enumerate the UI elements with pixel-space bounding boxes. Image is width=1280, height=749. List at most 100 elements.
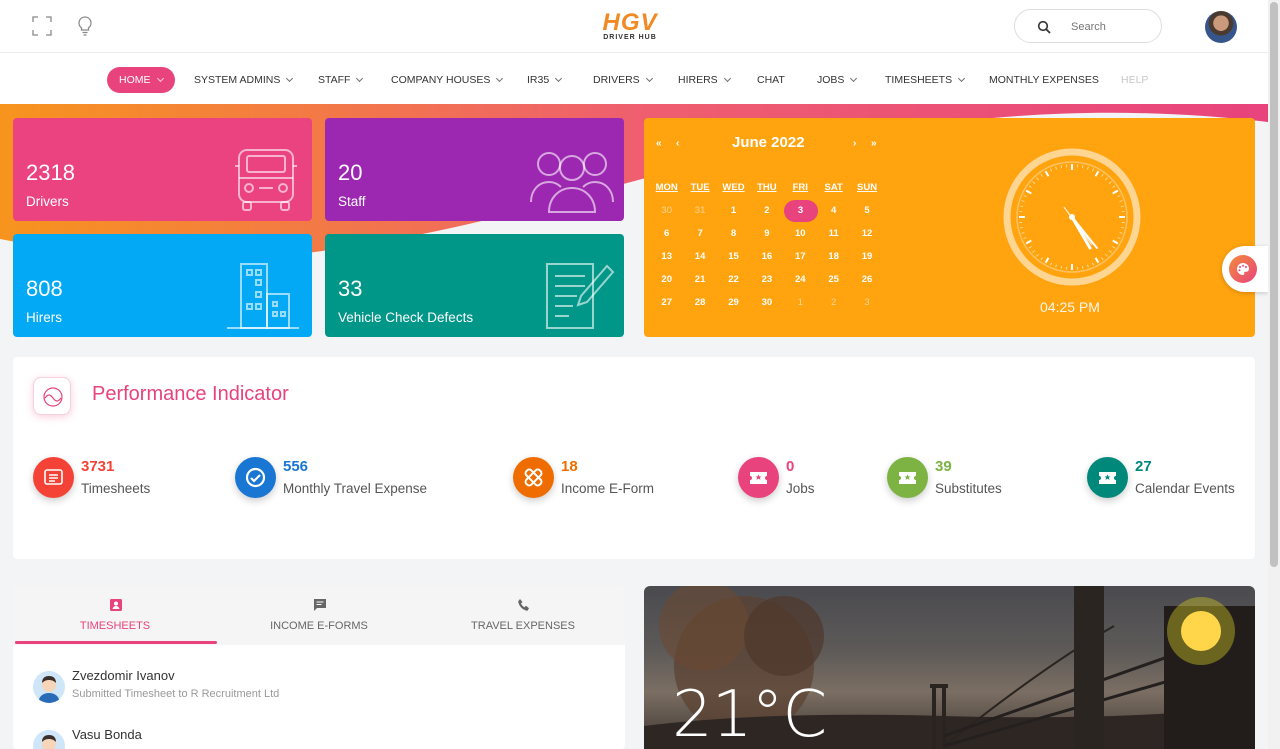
nav-ir35[interactable]: IR35	[527, 67, 563, 93]
nav-home[interactable]: HOME	[107, 67, 175, 93]
kpi-value: 0	[786, 458, 795, 475]
stat-label: Hirers	[26, 310, 62, 325]
activity-tabs-panel: TIMESHEETS INCOME E-FORMS TRAVEL EXPENSE…	[13, 586, 625, 749]
tab-timesheets[interactable]: TIMESHEETS	[13, 586, 217, 645]
tab-travel-expenses[interactable]: TRAVEL EXPENSES	[421, 586, 625, 645]
calendar-day-number: 12	[861, 228, 873, 239]
theme-palette-button[interactable]	[1222, 246, 1268, 292]
calendar-day[interactable]: 23	[750, 268, 783, 291]
calendar-day[interactable]: 22	[717, 268, 750, 291]
nav-drivers[interactable]: DRIVERS	[593, 67, 653, 93]
calendar-day[interactable]: 17	[784, 245, 817, 268]
calendar-day[interactable]: 20	[650, 268, 683, 291]
calendar-day[interactable]: 25	[817, 268, 850, 291]
active-tab-indicator	[15, 641, 217, 644]
calendar-day-number: 4	[831, 205, 837, 216]
tab-income-e-forms[interactable]: INCOME E-FORMS	[217, 586, 421, 645]
calendar-day[interactable]: 11	[817, 222, 850, 245]
clock-tick	[1112, 239, 1119, 245]
search-input[interactable]	[1071, 18, 1151, 36]
calendar-prev-year[interactable]: «	[656, 138, 662, 149]
calendar-day[interactable]: 9	[750, 222, 783, 245]
logo-main: HGV	[602, 9, 658, 36]
calendar-day[interactable]: 2	[817, 291, 850, 314]
calendar-day-number: 28	[694, 297, 706, 308]
nav-hirers[interactable]: HIRERS	[678, 67, 731, 93]
calendar-day[interactable]: 5	[850, 199, 883, 222]
calendar-day[interactable]: 3	[850, 291, 883, 314]
clock-tick	[1050, 168, 1053, 172]
app-logo[interactable]: HGV DRIVER HUB	[598, 9, 662, 44]
calendar-day[interactable]: 8	[717, 222, 750, 245]
calendar-weekday-row: MON TUE WED THU FRI SAT SUN	[650, 176, 892, 199]
calendar-day[interactable]: 30	[750, 291, 783, 314]
clock-tick	[1119, 200, 1123, 202]
nav-jobs[interactable]: JOBS	[817, 67, 858, 93]
calendar-day[interactable]: 13	[650, 245, 683, 268]
nav-staff[interactable]: STAFF	[318, 67, 364, 93]
page-scrollbar[interactable]	[1268, 0, 1280, 749]
calendar-day[interactable]: 1	[717, 199, 750, 222]
nav-company-houses[interactable]: COMPANY HOUSES	[391, 67, 504, 93]
calendar-day-number: 31	[694, 205, 706, 216]
nav-monthly-expenses[interactable]: MONTHLY EXPENSES	[989, 67, 1099, 93]
calendar-day[interactable]: 2	[750, 199, 783, 222]
calendar-next-year[interactable]: »	[871, 138, 877, 149]
clock-tick	[1055, 166, 1057, 170]
search-box[interactable]	[1014, 9, 1162, 43]
calendar-day[interactable]: 1	[784, 291, 817, 314]
calendar-title[interactable]: June 2022	[732, 134, 805, 151]
calendar-day[interactable]: 26	[850, 268, 883, 291]
nav-system-admins[interactable]: SYSTEM ADMINS	[194, 67, 294, 93]
calendar-next-month[interactable]: ›	[853, 138, 856, 149]
clock-tick	[1105, 177, 1108, 181]
ticket-star-icon	[887, 457, 928, 498]
chat-icon	[314, 599, 326, 611]
analog-clock	[1003, 148, 1141, 286]
nav-timesheets[interactable]: TIMESHEETS	[885, 67, 966, 93]
calendar-day-number: 21	[694, 274, 706, 285]
chevron-down-icon	[645, 74, 653, 83]
calendar-weekday: MON	[655, 182, 678, 193]
fullscreen-icon[interactable]	[31, 15, 53, 37]
stat-card-staff[interactable]: 20 Staff	[325, 118, 624, 221]
calendar-day[interactable]: 14	[683, 245, 716, 268]
nav-help[interactable]: HELP	[1121, 67, 1148, 93]
weather-toggle-button[interactable]	[1167, 597, 1235, 665]
calendar-day[interactable]: 6	[650, 222, 683, 245]
calendar-day[interactable]: 4	[817, 199, 850, 222]
stat-value: 808	[26, 276, 63, 301]
calendar-day[interactable]: 30	[650, 199, 683, 222]
search-icon	[1037, 20, 1051, 34]
calendar-day-number: 16	[761, 251, 773, 262]
lightbulb-icon[interactable]	[74, 15, 96, 37]
calendar-day[interactable]: 19	[850, 245, 883, 268]
clock-tick	[1028, 185, 1032, 188]
nav-chat[interactable]: CHAT	[757, 67, 785, 93]
chevron-down-icon	[156, 74, 164, 83]
performance-icon	[33, 377, 71, 415]
calendar-day[interactable]: 28	[683, 291, 716, 314]
calendar-day[interactable]: 27	[650, 291, 683, 314]
user-avatar[interactable]	[1205, 11, 1237, 43]
calendar-day[interactable]: 7	[683, 222, 716, 245]
calendar-day[interactable]: 15	[717, 245, 750, 268]
calendar-day[interactable]: 18	[817, 245, 850, 268]
stat-card-vehicle-check-defects[interactable]: 33 Vehicle Check Defects	[325, 234, 624, 337]
calendar-day[interactable]: 24	[784, 268, 817, 291]
nav-label: SYSTEM ADMINS	[194, 74, 281, 86]
calendar-day[interactable]: 12	[850, 222, 883, 245]
calendar-day[interactable]: 29	[717, 291, 750, 314]
stat-card-hirers[interactable]: 808 Hirers	[13, 234, 312, 337]
calendar-day[interactable]: 21	[683, 268, 716, 291]
stat-card-drivers[interactable]: 2318 Drivers	[13, 118, 312, 221]
calendar-day[interactable]: 31	[683, 199, 716, 222]
chevron-down-icon	[286, 74, 294, 83]
calendar-prev-month[interactable]: ‹	[676, 138, 679, 149]
kpi-label: Calendar Events	[1135, 481, 1235, 496]
calendar-day-today[interactable]: 3	[783, 199, 818, 222]
calendar-day[interactable]: 16	[750, 245, 783, 268]
scrollbar-thumb[interactable]	[1270, 2, 1278, 567]
calendar-day[interactable]: 10	[784, 222, 817, 245]
kpi-value: 39	[935, 458, 952, 475]
